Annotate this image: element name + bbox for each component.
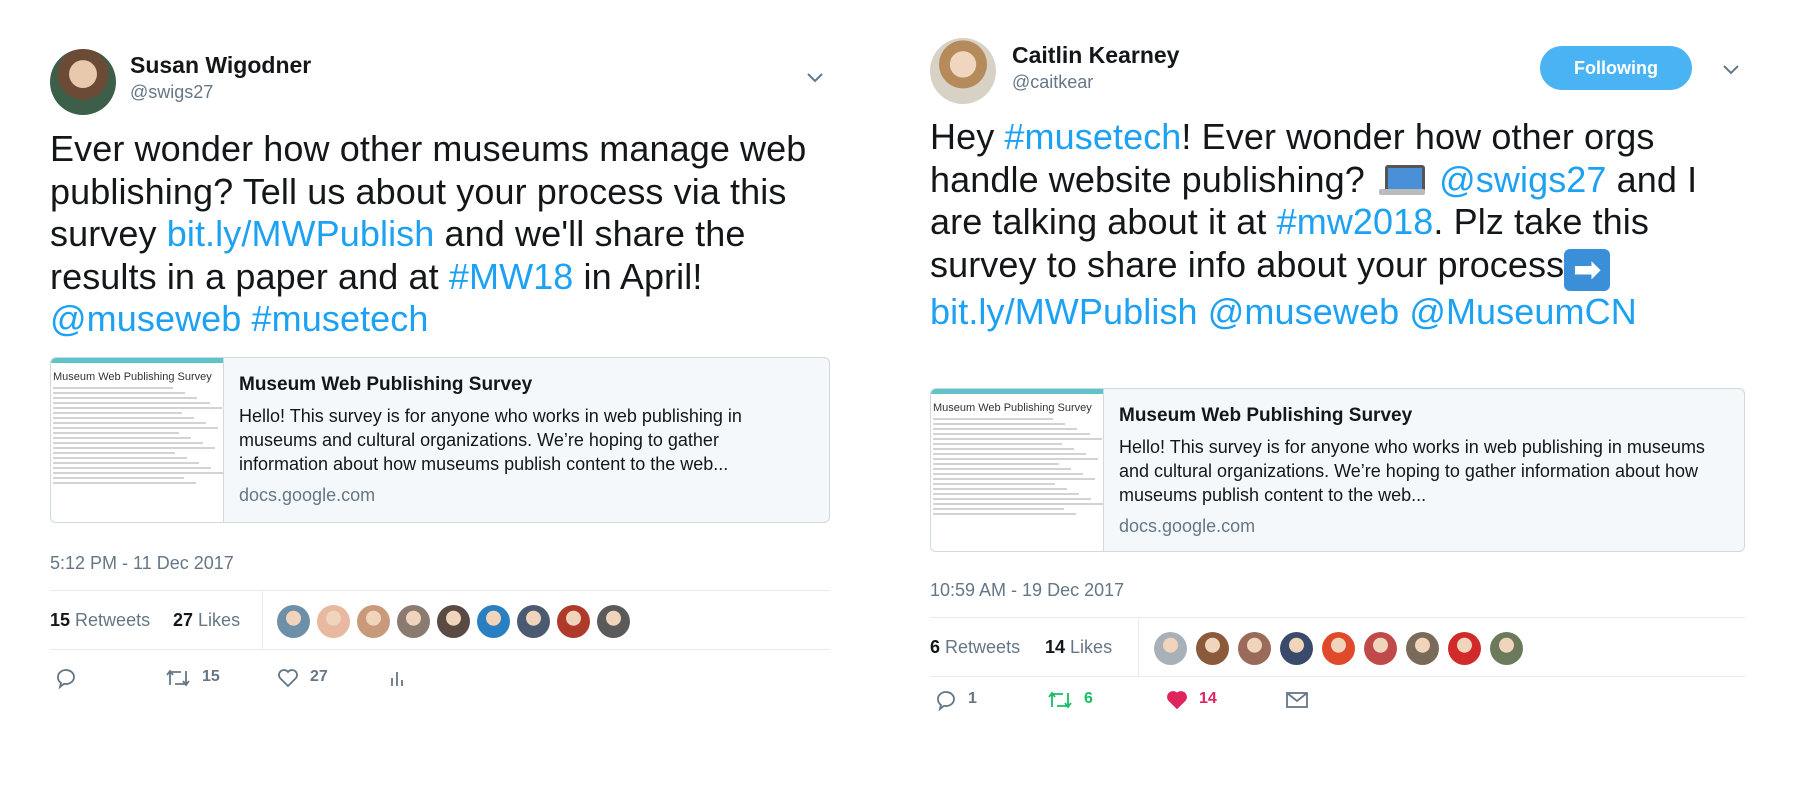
liker-avatar[interactable]: [1448, 632, 1481, 665]
thumbnail-title: Museum Web Publishing Survey: [53, 371, 212, 383]
tweet-link[interactable]: #MW18: [449, 256, 574, 297]
liker-avatar[interactable]: [517, 605, 550, 638]
reply-icon: [57, 669, 75, 690]
analytics-icon: [391, 672, 403, 686]
tweet-link[interactable]: @MuseumCN: [1409, 291, 1636, 332]
retweet-icon: [166, 669, 190, 687]
card-domain: docs.google.com: [1119, 516, 1256, 536]
tweet-text: Hey #musetech! Ever wonder how other org…: [930, 116, 1698, 332]
card-description: Hello! This survey is for anyone who wor…: [239, 406, 742, 474]
envelope-icon: [1286, 692, 1308, 708]
tweet-link[interactable]: bit.ly/MWPublish: [930, 291, 1198, 332]
tweet-actions: 15 27: [50, 664, 830, 704]
author-name[interactable]: Susan Wigodner: [130, 52, 311, 79]
liker-avatar[interactable]: [1406, 632, 1439, 665]
reply-icon: [937, 691, 955, 712]
tweet-link[interactable]: @museweb: [50, 298, 241, 339]
card-thumbnail: Museum Web Publishing Survey: [931, 389, 1104, 551]
arrow-right-icon: ➡: [1564, 248, 1611, 291]
following-button[interactable]: Following: [1540, 46, 1692, 90]
divider: [50, 649, 830, 650]
liker-avatar[interactable]: [317, 605, 350, 638]
heart-icon: [278, 669, 298, 688]
tweet-stats: 6 Retweets 14 Likes: [930, 618, 1745, 676]
author-handle[interactable]: @caitkear: [1012, 72, 1093, 93]
retweet-icon: [1048, 691, 1072, 709]
tweet-timestamp[interactable]: 5:12 PM - 11 Dec 2017: [50, 553, 234, 574]
tweet-link[interactable]: #musetech: [1004, 116, 1181, 157]
retweets-stat[interactable]: 15 Retweets: [50, 610, 150, 631]
tweet-link[interactable]: @museweb: [1208, 291, 1399, 332]
avatar[interactable]: [50, 49, 116, 115]
tweet-stats: 15 Retweets 27 Likes: [50, 591, 830, 649]
card-title: Museum Web Publishing Survey: [1119, 405, 1413, 426]
liker-avatar[interactable]: [397, 605, 430, 638]
liker-avatar[interactable]: [1490, 632, 1523, 665]
liker-avatar[interactable]: [357, 605, 390, 638]
tweet-link[interactable]: bit.ly/MWPublish: [167, 213, 435, 254]
laptop-icon: [1379, 164, 1426, 195]
link-card[interactable]: Museum Web Publishing Survey Museum Web …: [930, 388, 1745, 552]
link-card[interactable]: Museum Web Publishing Survey Museum Web …: [50, 357, 830, 523]
likes-stat[interactable]: 14 Likes: [1045, 637, 1112, 658]
card-thumbnail: Museum Web Publishing Survey: [51, 358, 224, 522]
tweet-text: Ever wonder how other museums manage web…: [50, 128, 807, 339]
liker-avatar[interactable]: [1322, 632, 1355, 665]
liker-avatar[interactable]: [1154, 632, 1187, 665]
liker-avatar[interactable]: [1280, 632, 1313, 665]
heart-icon: [1167, 691, 1187, 710]
chevron-down-icon[interactable]: [1720, 58, 1742, 80]
thumbnail-title: Museum Web Publishing Survey: [933, 402, 1092, 414]
avatar[interactable]: [930, 38, 996, 104]
liker-avatar[interactable]: [437, 605, 470, 638]
liker-avatar[interactable]: [1238, 632, 1271, 665]
tweet-timestamp[interactable]: 10:59 AM - 19 Dec 2017: [930, 580, 1124, 601]
liker-avatar[interactable]: [557, 605, 590, 638]
chevron-down-icon[interactable]: [804, 66, 826, 88]
liker-avatar[interactable]: [277, 605, 310, 638]
card-title: Museum Web Publishing Survey: [239, 374, 533, 395]
tweet-link[interactable]: #mw2018: [1277, 201, 1434, 242]
author-handle[interactable]: @swigs27: [130, 82, 213, 103]
tweet-link[interactable]: @swigs27: [1439, 159, 1606, 200]
divider: [930, 676, 1745, 677]
liker-avatar[interactable]: [1196, 632, 1229, 665]
card-domain: docs.google.com: [239, 485, 376, 505]
card-description: Hello! This survey is for anyone who wor…: [1119, 437, 1705, 505]
liker-avatar[interactable]: [1364, 632, 1397, 665]
tweet-actions: 1 6 14: [930, 686, 1745, 726]
author-name[interactable]: Caitlin Kearney: [1012, 42, 1179, 69]
liker-avatar[interactable]: [477, 605, 510, 638]
retweets-stat[interactable]: 6 Retweets: [930, 637, 1020, 658]
liker-avatar[interactable]: [597, 605, 630, 638]
tweet-link[interactable]: #musetech: [252, 298, 429, 339]
likes-stat[interactable]: 27 Likes: [173, 610, 240, 631]
